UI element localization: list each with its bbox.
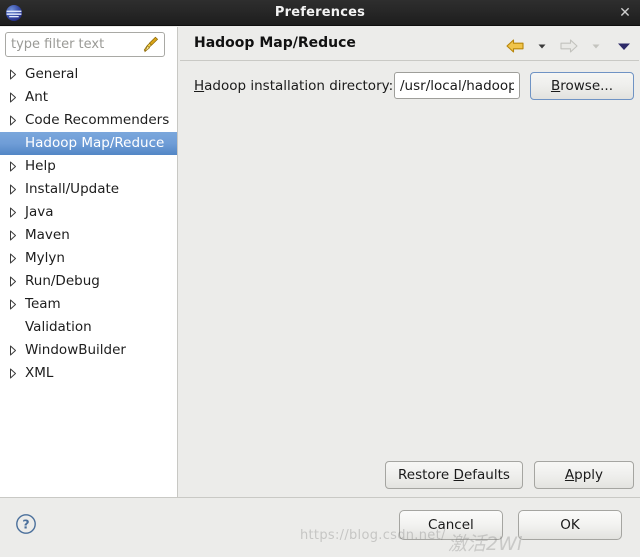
hadoop-install-dir-label: Hadoop installation directory: [194, 78, 393, 94]
hadoop-install-dir-input[interactable] [394, 72, 520, 99]
restore-text-a: Restore [398, 467, 454, 483]
expander-triangle-icon[interactable] [6, 362, 20, 385]
back-arrow-icon[interactable] [505, 38, 525, 54]
expander-triangle-icon[interactable] [6, 155, 20, 178]
sidebar-item-label: WindowBuilder [25, 342, 126, 358]
browse-text: rowse... [560, 78, 614, 94]
sidebar-item-label: Hadoop Map/Reduce [25, 135, 165, 151]
search-input[interactable] [6, 33, 138, 56]
sidebar-item-label: Java [25, 204, 54, 220]
filter-field-wrapper [5, 32, 165, 57]
restore-defaults-button[interactable]: Restore Defaults [385, 461, 523, 489]
sidebar-item-install-update[interactable]: Install/Update [0, 178, 177, 201]
sidebar-item-label: Team [25, 296, 61, 312]
sidebar-item-xml[interactable]: XML [0, 362, 177, 385]
sidebar-item-label: Ant [25, 89, 49, 105]
cancel-button[interactable]: Cancel [398, 510, 503, 540]
svg-text:?: ? [22, 517, 29, 532]
sidebar-item-label: Run/Debug [25, 273, 100, 289]
sidebar-item-team[interactable]: Team [0, 293, 177, 316]
close-icon[interactable]: ✕ [616, 4, 634, 22]
expander-triangle-icon[interactable] [6, 109, 20, 132]
hadoop-install-dir-row: Hadoop installation directory: Browse... [194, 72, 634, 102]
forward-arrow-icon [560, 38, 578, 53]
sidebar-item-java[interactable]: Java [0, 201, 177, 224]
sidebar-item-general[interactable]: General [0, 63, 177, 86]
back-history-chevron-down-icon[interactable] [535, 39, 549, 53]
page-nav-toolbar [504, 35, 632, 55]
help-question-icon[interactable]: ? [15, 513, 37, 535]
apply-text: pply [574, 467, 604, 483]
sidebar-item-label: Maven [25, 227, 70, 243]
sidebar-item-ant[interactable]: Ant [0, 86, 177, 109]
expander-triangle-icon[interactable] [6, 86, 20, 109]
preferences-dialog: Preferences ✕ General Ant Code Recommender… [0, 0, 640, 557]
sidebar-item-hadoop-map-reduce[interactable]: Hadoop Map/Reduce [0, 132, 177, 155]
window-titlebar: Preferences ✕ [0, 0, 640, 26]
ok-button[interactable]: OK [518, 510, 622, 540]
apply-button[interactable]: Apply [534, 461, 634, 489]
sidebar-item-validation[interactable]: Validation [0, 316, 177, 339]
forward-history-chevron-down-icon [592, 44, 600, 48]
expander-triangle-icon[interactable] [6, 293, 20, 316]
expander-triangle-icon[interactable] [6, 270, 20, 293]
sidebar-item-help[interactable]: Help [0, 155, 177, 178]
sidebar-item-run-debug[interactable]: Run/Debug [0, 270, 177, 293]
browse-mnemonic: B [550, 78, 561, 94]
restore-mnemonic: D [453, 467, 464, 483]
window-title: Preferences [274, 5, 366, 20]
restore-text-b: efaults [463, 467, 510, 483]
expander-triangle-icon[interactable] [6, 224, 20, 247]
sidebar-item-label: Install/Update [25, 181, 120, 197]
expander-triangle-icon[interactable] [6, 247, 20, 270]
sidebar-item-label: Code Recommenders [25, 112, 170, 128]
sidebar-item-windowbuilder[interactable]: WindowBuilder [0, 339, 177, 362]
label-text: adoop installation directory: [204, 78, 394, 94]
preferences-sidebar: General Ant Code Recommenders Hadoop Map/Re… [0, 27, 178, 497]
apply-mnemonic: A [564, 467, 575, 483]
sidebar-item-code-recommenders[interactable]: Code Recommenders [0, 109, 177, 132]
page-button-bar: Restore Defaults Apply [379, 461, 634, 489]
preference-page: Hadoop Map/Reduce Hadoop installation di… [179, 27, 640, 497]
label-mnemonic: H [194, 78, 205, 94]
sidebar-item-mylyn[interactable]: Mylyn [0, 247, 177, 270]
sidebar-item-label: XML [25, 365, 54, 381]
dialog-button-bar: Cancel OK [389, 510, 622, 540]
sidebar-item-label: Help [25, 158, 56, 174]
sidebar-item-maven[interactable]: Maven [0, 224, 177, 247]
sidebar-item-label: General [25, 66, 79, 82]
expander-triangle-icon[interactable] [6, 178, 20, 201]
sidebar-item-label: Mylyn [25, 250, 65, 266]
expander-triangle-icon[interactable] [6, 201, 20, 224]
expander-triangle-icon[interactable] [6, 339, 20, 362]
dialog-footer: ? Cancel OK [0, 498, 640, 557]
browse-button[interactable]: Browse... [530, 72, 634, 100]
sidebar-item-label: Validation [25, 319, 92, 335]
expander-triangle-icon[interactable] [6, 63, 20, 86]
preferences-tree: General Ant Code Recommenders Hadoop Map/Re… [0, 63, 177, 495]
view-menu-triangle-down-icon[interactable] [616, 39, 632, 53]
broom-icon[interactable] [142, 36, 160, 53]
page-title: Hadoop Map/Reduce [194, 35, 356, 51]
header-divider [180, 60, 639, 61]
